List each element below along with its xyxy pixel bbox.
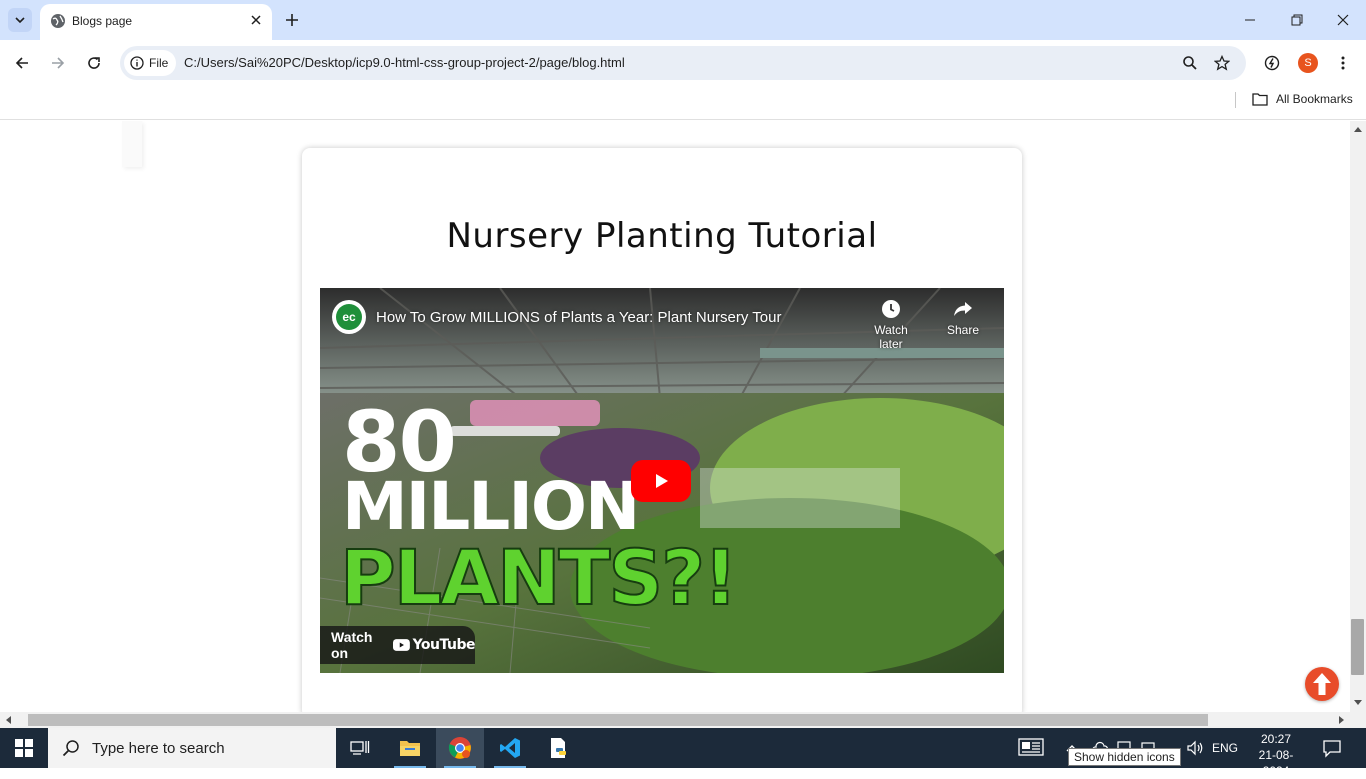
horizontal-scrollbar-thumb[interactable]: [28, 714, 1208, 726]
speaker-icon: [1187, 740, 1203, 756]
start-button[interactable]: [0, 728, 48, 768]
input-language[interactable]: ENG: [1212, 741, 1238, 755]
scroll-to-top-button[interactable]: [1305, 667, 1339, 701]
blog-title: Nursery Planting Tutorial: [446, 216, 878, 256]
volume-button[interactable]: [1186, 740, 1204, 761]
magnifier-icon: [1183, 56, 1197, 70]
play-icon: [656, 474, 668, 488]
bookmark-star-button[interactable]: [1210, 51, 1234, 75]
tab-title: Blogs page: [72, 14, 133, 28]
chevron-down-icon: [15, 17, 25, 24]
new-tab-icon[interactable]: [282, 10, 302, 30]
notifications-button[interactable]: [1322, 738, 1342, 763]
youtube-wordmark: YouTube: [412, 637, 476, 653]
clock-date: 21-08-2024: [1258, 748, 1294, 778]
chrome-icon: [448, 737, 471, 759]
bookmarks-bar: [0, 86, 1366, 120]
document-python-icon: [551, 738, 566, 758]
vertical-scrollbar-thumb[interactable]: [1351, 619, 1364, 675]
scroll-down-arrow-icon[interactable]: [1353, 699, 1363, 707]
taskbar-clock[interactable]: 20:27 21-08-2024: [1248, 731, 1304, 779]
share-button[interactable]: Share: [933, 298, 993, 337]
folder-icon: [1252, 93, 1268, 106]
hidden-icons-tooltip: Show hidden icons: [1068, 748, 1181, 766]
task-view-icon: [350, 741, 370, 755]
scroll-up-arrow-icon[interactable]: [1353, 125, 1363, 133]
watch-later-label: Watch later: [874, 323, 908, 351]
taskbar-vscode[interactable]: [486, 728, 534, 768]
reload-button[interactable]: [82, 51, 106, 75]
arrow-up-icon: [1313, 673, 1331, 695]
share-arrow-icon: [954, 302, 972, 316]
clock-icon: [882, 300, 900, 318]
taskbar-python-app[interactable]: [534, 728, 582, 768]
news-widget-button[interactable]: [1018, 736, 1044, 763]
browser-tab[interactable]: Blogs page: [40, 4, 272, 40]
url-text[interactable]: C:/Users/Sai%20PC/Desktop/icp9.0-html-cs…: [184, 55, 625, 70]
globe-icon: [51, 14, 65, 28]
scroll-left-arrow-icon[interactable]: [4, 715, 12, 725]
info-icon: [130, 56, 144, 70]
share-label: Share: [946, 323, 980, 337]
forward-button[interactable]: [46, 51, 70, 75]
news-icon: [1018, 738, 1044, 756]
tab-search-button[interactable]: [8, 8, 32, 32]
back-button[interactable]: [10, 51, 34, 75]
extensions-button[interactable]: [1260, 51, 1284, 75]
taskbar-file-explorer[interactable]: [386, 728, 434, 768]
task-view-button[interactable]: [336, 728, 384, 768]
thumbnail-text-million: MILLION: [342, 468, 640, 545]
play-button[interactable]: [631, 460, 691, 502]
watch-on-label: Watch on: [331, 629, 373, 661]
search-icon: [62, 740, 79, 757]
previous-card-edge: [122, 121, 142, 167]
kebab-menu-icon: [1341, 56, 1345, 70]
vscode-icon: [500, 738, 520, 758]
bookmarks-separator: [1235, 92, 1236, 108]
minimize-button[interactable]: [1238, 8, 1262, 32]
watch-on-youtube-button[interactable]: Watch on YouTube: [320, 626, 476, 664]
taskbar-search-box[interactable]: Type here to search: [48, 728, 336, 768]
youtube-embed[interactable]: ec How To Grow MILLIONS of Plants a Year…: [320, 288, 1004, 673]
close-window-button[interactable]: [1331, 8, 1355, 32]
restore-button[interactable]: [1285, 8, 1309, 32]
channel-logo[interactable]: ec: [332, 300, 366, 334]
video-title[interactable]: How To Grow MILLIONS of Plants a Year: P…: [376, 309, 781, 326]
clock-time: 20:27: [1260, 732, 1292, 746]
thumbnail-text-plants: PLANTS?!: [339, 533, 739, 622]
minimize-icon: [1245, 19, 1255, 21]
search-placeholder: Type here to search: [92, 739, 225, 757]
performance-icon: [1264, 55, 1280, 71]
channel-logo-badge: ec: [336, 304, 362, 330]
notification-icon: [1323, 740, 1341, 758]
page-viewport: Nursery Planting Tutorial ec How To Grow…: [0, 121, 1350, 712]
taskbar-chrome[interactable]: [436, 728, 484, 768]
restore-icon: [1291, 14, 1303, 26]
close-icon: [1337, 14, 1349, 26]
browser-menu-button[interactable]: [1331, 51, 1355, 75]
arrow-left-icon: [15, 57, 28, 69]
star-icon: [1214, 55, 1230, 71]
all-bookmarks-button[interactable]: All Bookmarks: [1252, 92, 1353, 106]
reload-icon: [88, 57, 100, 69]
blog-card: Nursery Planting Tutorial ec How To Grow…: [302, 148, 1022, 712]
profile-avatar[interactable]: S: [1298, 53, 1318, 73]
watch-later-button[interactable]: Watch later: [861, 298, 921, 351]
all-bookmarks-label: All Bookmarks: [1276, 92, 1353, 106]
youtube-logo-icon: [392, 639, 410, 651]
file-label: File: [149, 56, 169, 70]
folder-icon: [400, 741, 420, 756]
arrow-right-icon: [52, 57, 65, 69]
scroll-right-arrow-icon[interactable]: [1338, 715, 1346, 725]
zoom-button[interactable]: [1178, 51, 1202, 75]
windows-logo-icon: [15, 739, 33, 757]
site-info-chip[interactable]: File: [124, 50, 176, 76]
close-tab-icon[interactable]: [248, 12, 264, 28]
